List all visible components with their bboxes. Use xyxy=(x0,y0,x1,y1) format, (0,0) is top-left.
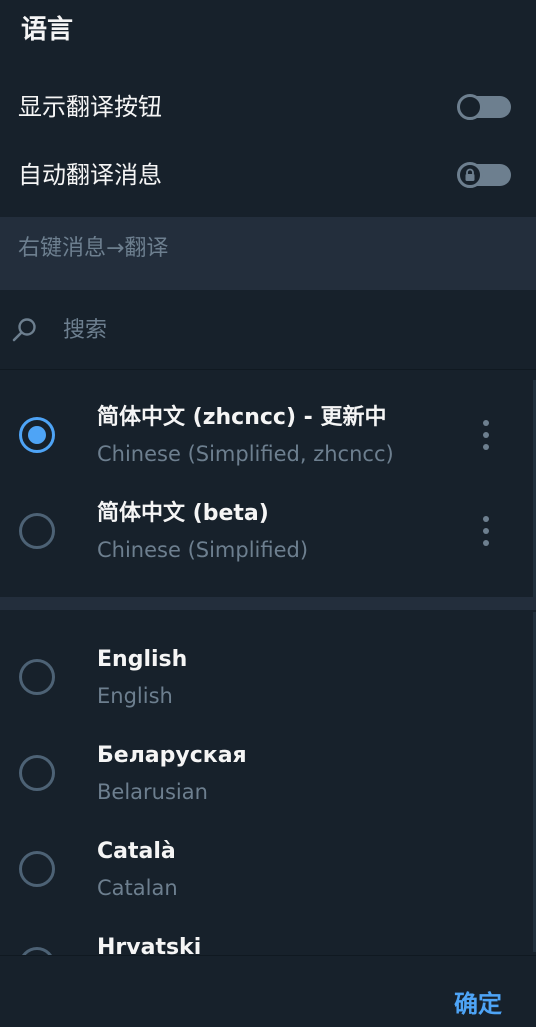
setting-show-translate-button[interactable]: 显示翻译按钮 xyxy=(0,77,536,137)
language-name: 简体中文 (beta) xyxy=(97,501,269,526)
language-name: Català xyxy=(97,839,176,864)
setting-label: 显示翻译按钮 xyxy=(18,93,162,121)
lock-icon xyxy=(465,168,475,181)
toggle-knob xyxy=(457,94,483,120)
language-native-name: Chinese (Simplified) xyxy=(97,538,309,562)
language-native-name: Chinese (Simplified, zhcncc) xyxy=(97,442,394,466)
setting-auto-translate[interactable]: 自动翻译消息 xyxy=(0,145,536,205)
setting-label: 自动翻译消息 xyxy=(18,161,162,189)
language-item-belarusian[interactable]: Беларуская Belarusian xyxy=(0,739,536,835)
language-name: 简体中文 (zhcncc) - 更新中 xyxy=(97,405,387,430)
language-native-name: Belarusian xyxy=(97,780,208,804)
language-radio[interactable] xyxy=(19,851,55,887)
language-item-catalan[interactable]: Català Catalan xyxy=(0,835,536,931)
search-input[interactable] xyxy=(60,312,503,348)
language-item-zh-beta[interactable]: 简体中文 (beta) Chinese (Simplified) xyxy=(0,497,536,593)
dialog-footer: 确定 xyxy=(0,955,536,1020)
section-separator xyxy=(0,597,536,610)
translate-hint-text: 右键消息→翻译 xyxy=(18,236,169,261)
language-name: English xyxy=(97,647,188,672)
language-native-name: English xyxy=(97,684,173,708)
page-title: 语言 xyxy=(21,15,74,45)
language-radio[interactable] xyxy=(19,755,55,791)
language-item-zhcncc[interactable]: 简体中文 (zhcncc) - 更新中 Chinese (Simplified,… xyxy=(0,401,536,497)
more-vertical-icon[interactable] xyxy=(474,513,498,549)
toggle-knob xyxy=(457,162,483,188)
translate-hint-bar: 右键消息→翻译 xyxy=(0,217,536,290)
language-item-english[interactable]: English English xyxy=(0,643,536,739)
search-icon xyxy=(12,318,36,342)
more-vertical-icon[interactable] xyxy=(474,417,498,453)
language-radio-selected[interactable] xyxy=(19,417,55,453)
show-translate-button-toggle[interactable] xyxy=(457,94,511,120)
language-native-name: Catalan xyxy=(97,876,178,900)
language-radio[interactable] xyxy=(19,513,55,549)
auto-translate-toggle[interactable] xyxy=(457,162,511,188)
language-name: Беларуская xyxy=(97,743,247,768)
language-radio[interactable] xyxy=(19,659,55,695)
search-row xyxy=(0,290,536,370)
confirm-button[interactable]: 确定 xyxy=(446,984,510,1024)
